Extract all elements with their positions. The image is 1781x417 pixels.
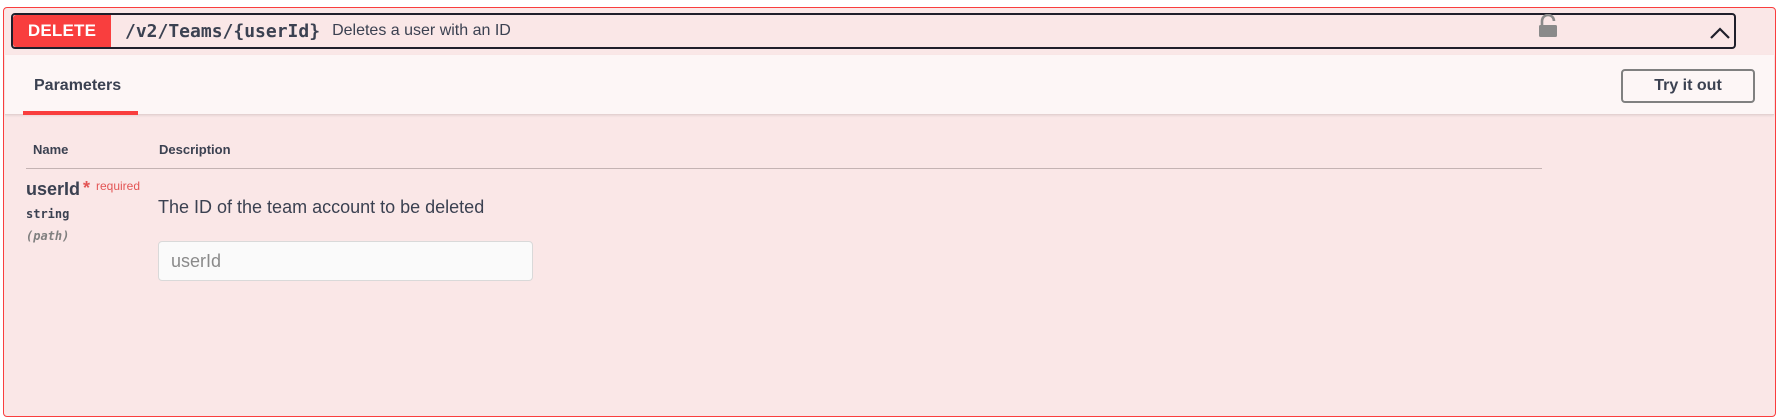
chevron-up-icon[interactable]: [1708, 22, 1732, 44]
userid-input[interactable]: [158, 241, 533, 281]
param-type: string: [26, 207, 70, 221]
param-description: The ID of the team account to be deleted: [158, 197, 485, 217]
required-label: required: [96, 179, 141, 193]
required-star: *: [83, 178, 91, 198]
param-location: (path): [26, 229, 70, 243]
try-it-out-button[interactable]: Try it out: [1621, 69, 1755, 103]
table-header-divider: [26, 168, 1542, 169]
column-header-name: Name: [33, 142, 69, 157]
tab-parameters[interactable]: Parameters: [23, 55, 138, 115]
operation-summary[interactable]: DELETE /v2/Teams/{userId} Deletes a user…: [11, 13, 1736, 49]
operation-summary-text: Deletes a user with an ID: [332, 22, 511, 39]
unlocked-padlock-icon[interactable]: [1537, 13, 1559, 38]
param-name: userId: [26, 179, 81, 199]
column-header-description: Description: [159, 142, 231, 157]
tab-parameters-label: Parameters: [34, 77, 122, 94]
http-method-badge: DELETE: [13, 15, 111, 47]
operation-tabs-header: Parameters Try it out: [5, 55, 1774, 115]
endpoint-path: /v2/Teams/{userId}: [125, 20, 321, 42]
